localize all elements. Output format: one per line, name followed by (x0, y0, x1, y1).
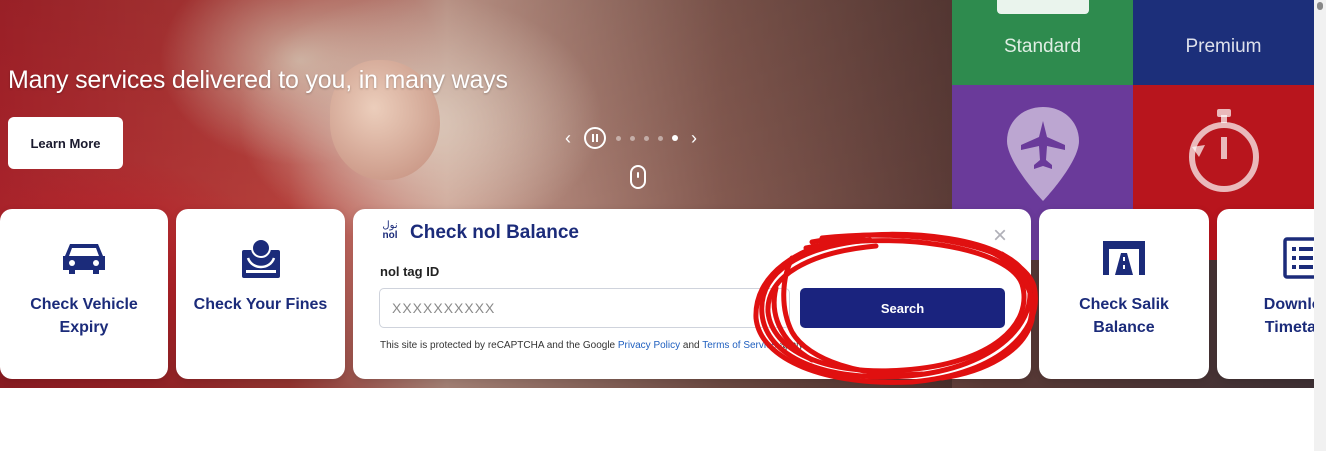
page-scrollbar[interactable] (1314, 0, 1326, 451)
tile-standard[interactable]: Standard (952, 0, 1133, 85)
recaptcha-notice-prefix: This site is protected by reCAPTCHA and … (380, 340, 618, 351)
fines-icon (241, 238, 280, 278)
recaptcha-notice: This site is protected by reCAPTCHA and … (380, 340, 810, 351)
nol-tag-id-input[interactable] (379, 288, 790, 328)
airplane-pin-icon (1006, 107, 1079, 201)
card-icon-wrap (1101, 237, 1147, 279)
nol-tag-id-label: nol tag ID (380, 264, 440, 279)
carousel-controls: ‹ › (562, 126, 700, 150)
mouse-scroll-icon (630, 165, 646, 189)
terms-of-service-link[interactable]: Terms of Service (702, 340, 776, 351)
privacy-policy-link[interactable]: Privacy Policy (618, 340, 680, 351)
card-download-timetable[interactable]: Download Timetable (1217, 209, 1326, 379)
hero-title: Many services delivered to you, in many … (8, 66, 508, 94)
car-icon (63, 244, 105, 274)
recaptcha-notice-suffix: apply. (776, 340, 806, 351)
page-root: Many services delivered to you, in many … (0, 0, 1326, 451)
stopwatch-icon (1188, 109, 1259, 192)
close-icon[interactable]: × (993, 224, 1007, 248)
card-icon-wrap (240, 237, 282, 279)
carousel-dots (616, 135, 678, 141)
carousel-dot[interactable] (658, 135, 663, 141)
carousel-dot[interactable] (616, 135, 621, 141)
tile-premium[interactable]: Premium (1133, 0, 1314, 85)
card-label: Check Your Fines (193, 296, 328, 313)
pause-icon[interactable] (584, 127, 606, 149)
card-check-vehicle-expiry[interactable]: Check Vehicle Expiry (0, 209, 168, 379)
tile-standard-label: Standard (1003, 36, 1082, 57)
card-icon-wrap (61, 237, 107, 279)
carousel-next-icon[interactable]: › (688, 129, 700, 147)
card-check-salik-balance[interactable]: Check Salik Balance (1039, 209, 1209, 379)
card-label: Check Vehicle Expiry (30, 296, 138, 336)
recaptcha-notice-and: and (680, 340, 703, 351)
nol-logo-latin: nol (382, 230, 398, 241)
card-label: Check Salik Balance (1079, 296, 1169, 336)
carousel-prev-icon[interactable]: ‹ (562, 129, 574, 147)
nol-logo: نول nol (377, 221, 403, 245)
carousel-dot-active[interactable] (672, 135, 678, 141)
scrollbar-thumb[interactable] (1317, 2, 1323, 10)
tile-premium-label: Premium (1185, 36, 1262, 57)
learn-more-button[interactable]: Learn More (8, 117, 123, 169)
salik-gate-icon (1103, 241, 1145, 275)
nol-balance-panel: نول nol Check nol Balance × nol tag ID S… (353, 209, 1031, 379)
search-button[interactable]: Search (800, 288, 1005, 328)
card-icon (997, 0, 1089, 14)
carousel-dot[interactable] (644, 135, 649, 141)
nol-panel-title: Check nol Balance (410, 222, 579, 243)
card-check-your-fines[interactable]: Check Your Fines (176, 209, 345, 379)
carousel-dot[interactable] (630, 135, 635, 141)
